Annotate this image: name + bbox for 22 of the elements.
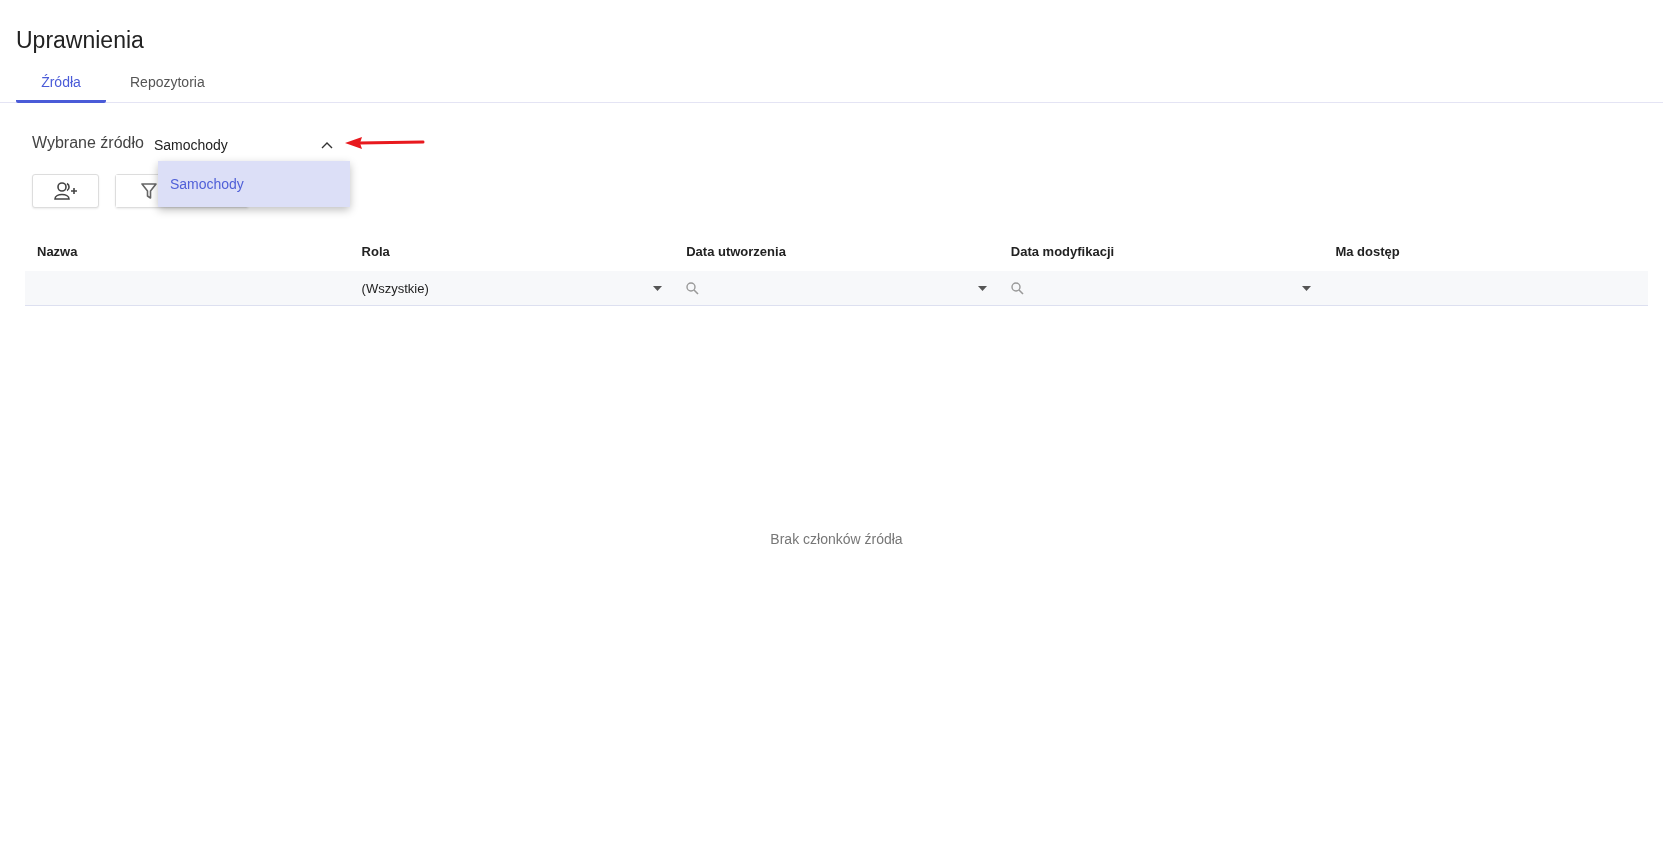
empty-message: Brak członków źródła xyxy=(770,531,903,547)
dropdown-caret-icon[interactable] xyxy=(653,285,663,291)
source-select[interactable]: Samochody xyxy=(153,133,339,153)
role-filter[interactable]: (Wszystkie) xyxy=(361,280,648,296)
column-header[interactable]: Data utworzenia xyxy=(674,244,999,271)
source-label: Wybrane źródło xyxy=(32,134,144,152)
search-icon xyxy=(686,281,700,295)
page-title: Uprawnienia xyxy=(15,26,145,54)
add-user-button[interactable] xyxy=(32,174,99,208)
filter-icon xyxy=(140,182,158,200)
column-header[interactable]: Rola xyxy=(349,244,675,271)
dropdown-option[interactable]: Samochody xyxy=(157,161,350,207)
column-header[interactable]: Data modyfikacji xyxy=(998,244,1324,271)
chevron-icon xyxy=(320,141,333,149)
dropdown-caret-icon[interactable] xyxy=(977,285,987,291)
tab[interactable]: Źródła xyxy=(16,74,106,103)
column-header[interactable]: Ma dostęp xyxy=(1323,244,1648,271)
column-header[interactable]: Nazwa xyxy=(25,244,350,271)
dropdown-caret-icon[interactable] xyxy=(1302,285,1312,291)
add-user-icon xyxy=(52,181,79,201)
tab[interactable]: Repozytoria xyxy=(106,74,221,103)
search-icon xyxy=(1010,281,1024,295)
